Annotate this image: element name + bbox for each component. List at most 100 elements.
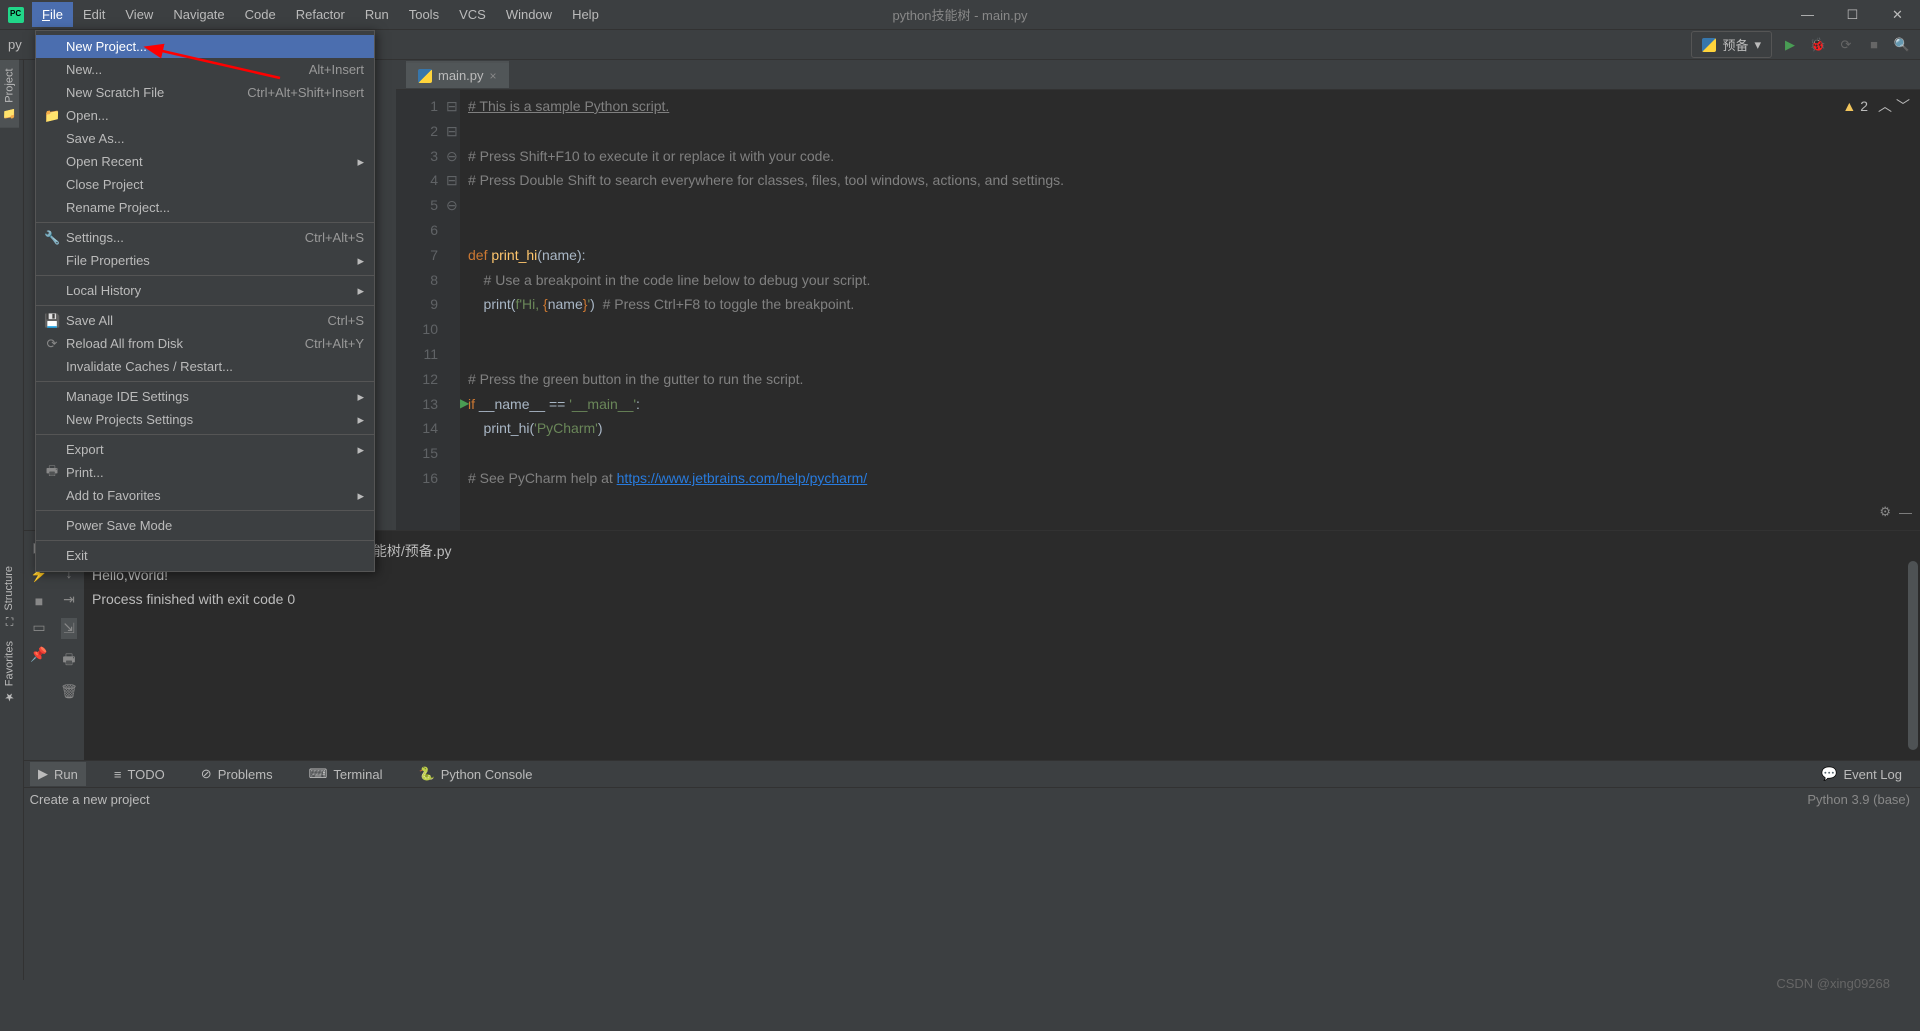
- maximize-button[interactable]: ☐: [1830, 0, 1875, 30]
- title-bar: File Edit View Navigate Code Refactor Ru…: [0, 0, 1920, 30]
- run-button[interactable]: ▶: [1780, 35, 1800, 55]
- debug-button[interactable]: 🐞: [1808, 35, 1828, 55]
- menu-file-properties[interactable]: File Properties▸: [36, 249, 374, 272]
- pin-button[interactable]: 📌: [30, 646, 47, 663]
- folder-icon: 📁: [44, 108, 60, 124]
- stop-button[interactable]: ■: [1864, 35, 1884, 55]
- menu-power-save[interactable]: Power Save Mode: [36, 514, 374, 537]
- close-tab-icon[interactable]: ×: [490, 69, 497, 83]
- code-editor[interactable]: 12345678910111213141516 ⊟⊟⊖⊟⊖ ▶ # This i…: [396, 90, 1920, 530]
- menu-rename-project[interactable]: Rename Project...: [36, 196, 374, 219]
- line-number-gutter: 12345678910111213141516: [396, 90, 446, 530]
- menu-view[interactable]: View: [115, 2, 163, 27]
- submenu-arrow-icon: ▸: [357, 488, 364, 504]
- tab-label: main.py: [438, 68, 484, 83]
- submenu-arrow-icon: ▸: [357, 442, 364, 458]
- menu-vcs[interactable]: VCS: [449, 2, 496, 27]
- menu-edit[interactable]: Edit: [73, 2, 115, 27]
- menu-help[interactable]: Help: [562, 2, 609, 27]
- minimize-panel-icon[interactable]: —: [1899, 505, 1912, 520]
- menu-settings[interactable]: 🔧Settings...Ctrl+Alt+S: [36, 226, 374, 249]
- menu-window[interactable]: Window: [496, 2, 562, 27]
- gear-icon[interactable]: ⚙: [1879, 504, 1891, 520]
- inspection-widget[interactable]: ▲ 2 ︿ ﹀: [1842, 96, 1910, 116]
- warning-count: 2: [1860, 98, 1868, 114]
- status-hint: Create a new project: [30, 792, 150, 807]
- menu-open-recent[interactable]: Open Recent▸: [36, 150, 374, 173]
- editor-tab-main-py[interactable]: main.py ×: [406, 61, 509, 88]
- favorites-tool-tab[interactable]: ★ Favorites: [0, 633, 19, 711]
- chevron-down-icon[interactable]: ﹀: [1896, 96, 1910, 116]
- close-button[interactable]: ✕: [1875, 0, 1920, 30]
- run-gutter-icon[interactable]: ▶: [460, 396, 469, 410]
- menu-navigate[interactable]: Navigate: [163, 2, 234, 27]
- run-config-label: 预备: [1722, 35, 1748, 54]
- menu-bar: File Edit View Navigate Code Refactor Ru…: [32, 2, 609, 27]
- trash-button[interactable]: 🗑: [60, 683, 78, 700]
- menu-invalidate-caches[interactable]: Invalidate Caches / Restart...: [36, 355, 374, 378]
- bottom-tool-tabs: ▶ Run ≡ TODO ⊘ Problems ⌨ Terminal 🐍 Pyt…: [0, 760, 1920, 787]
- stop-square-button[interactable]: ■: [35, 593, 43, 609]
- menu-add-favorites[interactable]: Add to Favorites▸: [36, 484, 374, 507]
- dropdown-arrow-icon: ▾: [1754, 37, 1761, 53]
- structure-tool-tab[interactable]: ⛶ Structure: [0, 558, 18, 634]
- run-tab[interactable]: ▶ Run: [30, 762, 86, 786]
- submenu-arrow-icon: ▸: [357, 283, 364, 299]
- pycharm-icon: [8, 7, 24, 23]
- minimize-button[interactable]: —: [1785, 0, 1830, 30]
- submenu-arrow-icon: ▸: [357, 412, 364, 428]
- menu-close-project[interactable]: Close Project: [36, 173, 374, 196]
- python-icon: [1702, 38, 1716, 52]
- submenu-arrow-icon: ▸: [357, 154, 364, 170]
- menu-new-projects-settings[interactable]: New Projects Settings▸: [36, 408, 374, 431]
- menu-new[interactable]: New...Alt+Insert: [36, 58, 374, 81]
- project-tool-tab[interactable]: 📁 Project: [0, 60, 19, 128]
- menu-print[interactable]: 🖶Print...: [36, 461, 374, 484]
- scroll-button[interactable]: ⇲: [61, 618, 77, 639]
- menu-reload-disk[interactable]: ⟳Reload All from DiskCtrl+Alt+Y: [36, 332, 374, 355]
- print-button[interactable]: 🖶: [62, 649, 75, 673]
- menu-save-all[interactable]: 💾Save AllCtrl+S: [36, 309, 374, 332]
- wrench-icon: 🔧: [44, 230, 60, 246]
- menu-new-scratch[interactable]: New Scratch FileCtrl+Alt+Shift+Insert: [36, 81, 374, 104]
- code-content[interactable]: # This is a sample Python script. # Pres…: [460, 90, 1920, 530]
- window-title: python技能树 - main.py: [892, 5, 1027, 24]
- status-bar: ☐ Create a new project Python 3.9 (base): [0, 787, 1920, 811]
- chevron-up-icon[interactable]: ︿: [1878, 96, 1892, 116]
- submenu-arrow-icon: ▸: [357, 253, 364, 269]
- event-log-tab[interactable]: 💬 Event Log: [1813, 762, 1910, 786]
- menu-save-as[interactable]: Save As...: [36, 127, 374, 150]
- search-everywhere-button[interactable]: 🔍: [1892, 35, 1912, 55]
- breadcrumb: py: [8, 37, 22, 52]
- save-icon: 💾: [44, 313, 60, 329]
- submenu-arrow-icon: ▸: [357, 389, 364, 405]
- menu-open[interactable]: 📁Open...: [36, 104, 374, 127]
- warning-icon: ▲: [1842, 98, 1856, 114]
- menu-export[interactable]: Export▸: [36, 438, 374, 461]
- terminal-tab[interactable]: ⌨ Terminal: [301, 762, 391, 786]
- coverage-button[interactable]: ⟳: [1836, 35, 1856, 55]
- menu-new-project[interactable]: New Project...: [36, 35, 374, 58]
- reload-icon: ⟳: [44, 336, 60, 352]
- problems-tab[interactable]: ⊘ Problems: [193, 762, 281, 786]
- menu-tools[interactable]: Tools: [399, 2, 449, 27]
- run-config-selector[interactable]: 预备 ▾: [1691, 31, 1772, 58]
- menu-run[interactable]: Run: [355, 2, 399, 27]
- soft-wrap-button[interactable]: ⇥: [63, 591, 75, 608]
- layout-button[interactable]: ▭: [32, 619, 45, 636]
- interpreter-label[interactable]: Python 3.9 (base): [1807, 792, 1910, 807]
- menu-code[interactable]: Code: [235, 2, 286, 27]
- todo-tab[interactable]: ≡ TODO: [106, 763, 173, 786]
- scrollbar[interactable]: [1908, 561, 1918, 750]
- menu-local-history[interactable]: Local History▸: [36, 279, 374, 302]
- left-tool-window-bar: 📁 Project ⛶ Structure ★ Favorites: [0, 60, 24, 980]
- menu-manage-ide[interactable]: Manage IDE Settings▸: [36, 385, 374, 408]
- menu-refactor[interactable]: Refactor: [286, 2, 355, 27]
- file-menu-dropdown: New Project... New...Alt+Insert New Scra…: [35, 30, 375, 572]
- editor-tab-bar: main.py ×: [396, 60, 1920, 90]
- python-console-tab[interactable]: 🐍 Python Console: [411, 762, 541, 786]
- print-icon: 🖶: [44, 462, 60, 484]
- menu-exit[interactable]: Exit: [36, 544, 374, 567]
- fold-gutter: ⊟⊟⊖⊟⊖: [446, 90, 460, 530]
- menu-file[interactable]: File: [32, 2, 73, 27]
